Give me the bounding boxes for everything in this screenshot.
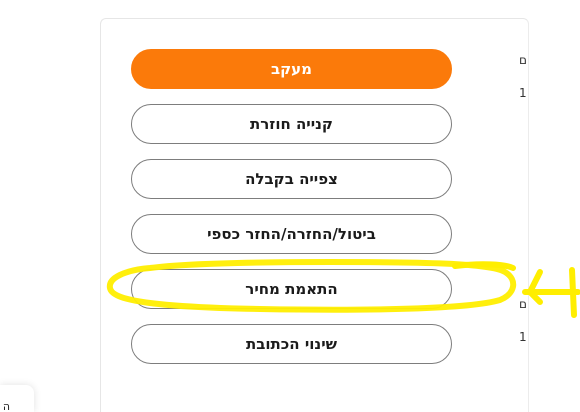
- repurchase-button[interactable]: קנייה חוזרת: [131, 104, 452, 144]
- truncated-label: ם: [519, 297, 527, 311]
- truncated-label: ם: [519, 53, 527, 67]
- floating-card-text: ה: [2, 400, 10, 412]
- price-match-button[interactable]: התאמת מחיר: [131, 269, 452, 309]
- cancel-return-refund-button[interactable]: ביטול/החזרה/החזר כספי: [131, 214, 452, 254]
- truncated-value: 1: [519, 86, 527, 100]
- change-address-button[interactable]: שינוי הכתובת: [131, 324, 452, 364]
- order-actions-page: מעקב קנייה חוזרת צפייה בקבלה ביטול/החזרה…: [0, 0, 580, 412]
- view-receipt-button[interactable]: צפייה בקבלה: [131, 159, 452, 199]
- truncated-value: 1: [519, 330, 527, 344]
- track-button[interactable]: מעקב: [131, 49, 452, 89]
- order-actions-list: מעקב קנייה חוזרת צפייה בקבלה ביטול/החזרה…: [131, 49, 452, 379]
